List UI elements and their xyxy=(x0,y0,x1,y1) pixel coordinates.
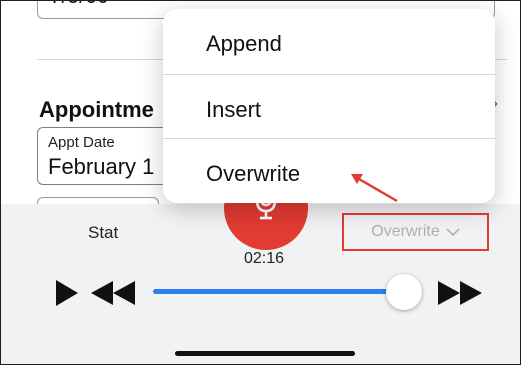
mode-select-value: Overwrite xyxy=(371,223,440,240)
annotation-arrow-icon xyxy=(351,174,398,203)
chevron-down-icon xyxy=(446,227,460,236)
menu-item-overwrite[interactable]: Overwrite xyxy=(163,139,495,203)
stat-label[interactable]: Stat xyxy=(88,223,118,243)
appt-date-value: February 1 xyxy=(48,154,155,179)
mode-popup-menu: Append Insert Overwrite xyxy=(163,9,495,203)
menu-item-label: Insert xyxy=(206,97,262,122)
menu-item-append[interactable]: Append xyxy=(163,9,495,73)
recorder-panel: Stat 02:16 Overwrite xyxy=(1,166,520,364)
menu-item-insert[interactable]: Insert xyxy=(163,75,495,139)
progress-thumb[interactable] xyxy=(386,274,422,310)
previous-field-value: 7/5/66 xyxy=(50,1,109,9)
fast-forward-icon[interactable] xyxy=(436,279,484,307)
recording-timer: 02:16 xyxy=(244,250,285,267)
appt-date-label: Appt Date xyxy=(48,134,115,151)
progress-track[interactable] xyxy=(153,289,405,294)
menu-item-label: Append xyxy=(206,31,282,56)
play-icon[interactable] xyxy=(54,278,80,308)
app-screen: 7/5/66 Appointme › Appt Date February 1 … xyxy=(0,0,521,365)
section-title: Appointme xyxy=(39,97,154,122)
menu-item-label: Overwrite xyxy=(206,161,301,186)
home-indicator xyxy=(175,351,355,356)
rewind-icon[interactable] xyxy=(89,279,137,307)
mode-select[interactable]: Overwrite xyxy=(342,213,489,251)
